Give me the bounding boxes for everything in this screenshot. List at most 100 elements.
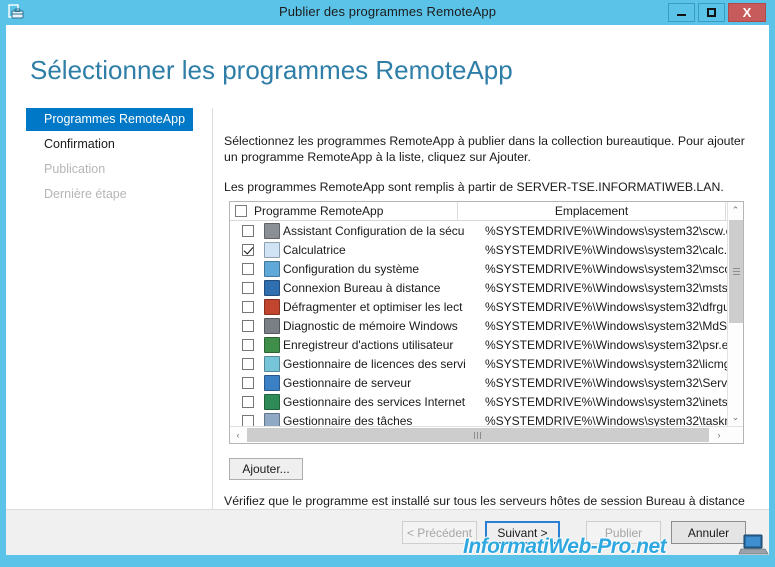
minimize-button[interactable] bbox=[668, 3, 695, 22]
sidebar-item-label: Programmes RemoteApp bbox=[44, 112, 186, 126]
table-row[interactable]: Gestionnaire de licences des servi %SYSTE… bbox=[230, 354, 727, 373]
cancel-button[interactable]: Annuler bbox=[671, 521, 746, 544]
intro-text: Sélectionnez les programmes RemoteApp à … bbox=[224, 134, 745, 164]
program-location: %SYSTEMDRIVE%\Windows\system32\inetsrv\I… bbox=[485, 394, 727, 409]
remoteapp-program-list[interactable]: Programme RemoteApp Emplacement Assistan… bbox=[229, 201, 744, 444]
column-header-location-label: Emplacement bbox=[554, 204, 629, 218]
scroll-up-icon[interactable]: ⌃ bbox=[728, 202, 743, 219]
row-checkbox[interactable] bbox=[242, 281, 254, 294]
dialog-window: Publier des programmes RemoteApp X Sélec… bbox=[0, 0, 775, 567]
source-text: Les programmes RemoteApp sont remplis à … bbox=[224, 180, 724, 194]
column-header-program[interactable]: Programme RemoteApp bbox=[230, 202, 458, 220]
row-checkbox[interactable] bbox=[242, 319, 254, 332]
program-icon bbox=[264, 260, 280, 277]
maximize-icon bbox=[707, 8, 716, 17]
table-row[interactable]: Gestionnaire des tâches %SYSTEMDRIVE%\Win… bbox=[230, 411, 727, 426]
program-location: %SYSTEMDRIVE%\Windows\system32\scw.exe bbox=[485, 223, 727, 238]
program-location: %SYSTEMDRIVE%\Windows\system32\licmgr.ex… bbox=[485, 356, 727, 371]
previous-button-label: < Précédent bbox=[406, 525, 473, 540]
next-button[interactable]: Suivant > bbox=[485, 521, 560, 544]
previous-button: < Précédent bbox=[402, 521, 477, 544]
window-title: Publier des programmes RemoteApp bbox=[278, 4, 497, 19]
next-button-label: Suivant > bbox=[497, 525, 548, 540]
program-location: %SYSTEMDRIVE%\Windows\system32\psr.exe bbox=[485, 337, 727, 352]
program-name: Gestionnaire des tâches bbox=[283, 413, 413, 427]
row-checkbox[interactable] bbox=[242, 224, 254, 237]
horizontal-scroll-thumb[interactable] bbox=[247, 428, 709, 442]
list-vertical-scrollbar[interactable]: ⌃ ⌄ bbox=[727, 202, 743, 443]
maximize-button[interactable] bbox=[698, 3, 725, 22]
table-row[interactable]: Calculatrice %SYSTEMDRIVE%\Windows\system… bbox=[230, 240, 727, 259]
sidebar-item-confirmation[interactable]: Confirmation bbox=[26, 133, 212, 156]
row-checkbox[interactable] bbox=[242, 414, 254, 426]
close-button[interactable]: X bbox=[728, 3, 766, 22]
program-icon bbox=[264, 317, 280, 334]
program-icon bbox=[264, 355, 280, 372]
table-row[interactable]: Connexion Bureau à distance %SYSTEMDRIVE%… bbox=[230, 278, 727, 297]
column-header-location[interactable]: Emplacement bbox=[458, 202, 726, 220]
program-name: Assistant Configuration de la sécu bbox=[283, 223, 465, 238]
add-button-label: Ajouter... bbox=[242, 462, 290, 476]
row-checkbox[interactable] bbox=[242, 300, 254, 313]
program-icon bbox=[264, 241, 280, 258]
wizard-step-nav: Programmes RemoteApp Confirmation Public… bbox=[26, 108, 213, 528]
list-rows-container: Assistant Configuration de la sécu %SYSTE… bbox=[230, 221, 727, 426]
program-location: %SYSTEMDRIVE%\Windows\system32\calc.exe bbox=[485, 242, 727, 257]
program-location: %SYSTEMDRIVE%\Windows\system32\ServerM..… bbox=[485, 375, 727, 390]
program-icon bbox=[264, 336, 280, 353]
program-icon bbox=[264, 393, 280, 410]
watermark-laptop-icon bbox=[738, 533, 770, 557]
program-name: Connexion Bureau à distance bbox=[283, 280, 441, 295]
sidebar-item-label: Dernière étape bbox=[44, 187, 127, 201]
row-checkbox[interactable] bbox=[242, 376, 254, 389]
program-icon bbox=[264, 412, 280, 426]
program-name: Gestionnaire de serveur bbox=[283, 375, 412, 390]
program-icon bbox=[264, 222, 280, 239]
program-location: %SYSTEMDRIVE%\Windows\system32\dfrgui.ex… bbox=[485, 299, 727, 314]
row-checkbox[interactable] bbox=[242, 262, 254, 275]
vertical-scroll-thumb[interactable] bbox=[729, 220, 743, 323]
table-row[interactable]: Enregistreur d'actions utilisateur %SYSTE… bbox=[230, 335, 727, 354]
page-title: Sélectionner les programmes RemoteApp bbox=[30, 55, 513, 85]
program-location: %SYSTEMDRIVE%\Windows\system32\taskmgr bbox=[485, 413, 727, 427]
program-name: Défragmenter et optimiser les lect bbox=[283, 299, 463, 314]
column-header-program-label: Programme RemoteApp bbox=[254, 204, 384, 218]
cancel-button-label: Annuler bbox=[687, 525, 730, 540]
scroll-right-icon[interactable]: › bbox=[711, 427, 727, 443]
program-location: %SYSTEMDRIVE%\Windows\system32\mstsc.exe bbox=[485, 280, 727, 295]
scroll-left-icon[interactable]: ‹ bbox=[230, 427, 246, 443]
publish-button: Publier bbox=[586, 521, 661, 544]
program-icon bbox=[264, 298, 280, 315]
sidebar-item-publication: Publication bbox=[26, 158, 212, 181]
scroll-down-icon[interactable]: ⌄ bbox=[728, 409, 743, 426]
dialog-client-area: Sélectionner les programmes RemoteApp Pr… bbox=[6, 25, 769, 555]
table-row[interactable]: Gestionnaire de serveur %SYSTEMDRIVE%\Win… bbox=[230, 373, 727, 392]
list-horizontal-scrollbar[interactable]: ‹ › bbox=[230, 426, 743, 443]
program-name: Gestionnaire de licences des servi bbox=[283, 356, 466, 371]
sidebar-item-label: Publication bbox=[44, 162, 106, 176]
minimize-icon bbox=[677, 14, 686, 16]
row-checkbox[interactable] bbox=[242, 338, 254, 351]
add-button[interactable]: Ajouter... bbox=[229, 458, 303, 480]
program-location: %SYSTEMDRIVE%\Windows\system32\MdSche... bbox=[485, 318, 727, 333]
table-row[interactable]: Défragmenter et optimiser les lect %SYSTE… bbox=[230, 297, 727, 316]
table-row[interactable]: Diagnostic de mémoire Windows %SYSTEMDRIV… bbox=[230, 316, 727, 335]
list-header-row: Programme RemoteApp Emplacement bbox=[230, 202, 743, 221]
program-name: Enregistreur d'actions utilisateur bbox=[283, 337, 454, 352]
row-checkbox[interactable] bbox=[242, 243, 254, 256]
select-all-checkbox[interactable] bbox=[235, 205, 247, 217]
dialog-footer: < Précédent Suivant > Publier Annuler bbox=[6, 509, 769, 555]
sidebar-item-derniere-etape: Dernière étape bbox=[26, 183, 212, 206]
sidebar-item-programmes-remoteapp[interactable]: Programmes RemoteApp bbox=[26, 108, 193, 131]
table-row[interactable]: Gestionnaire des services Internet %SYSTE… bbox=[230, 392, 727, 411]
close-icon: X bbox=[742, 5, 752, 20]
row-checkbox[interactable] bbox=[242, 395, 254, 408]
sidebar-item-label: Confirmation bbox=[44, 137, 115, 151]
table-row[interactable]: Assistant Configuration de la sécu %SYSTE… bbox=[230, 221, 727, 240]
program-name: Calculatrice bbox=[283, 242, 346, 257]
scroll-grip-icon bbox=[732, 268, 740, 275]
row-checkbox[interactable] bbox=[242, 357, 254, 370]
table-row[interactable]: Configuration du système %SYSTEMDRIVE%\Wi… bbox=[230, 259, 727, 278]
program-icon bbox=[264, 374, 280, 391]
title-bar: Publier des programmes RemoteApp X bbox=[0, 0, 775, 25]
